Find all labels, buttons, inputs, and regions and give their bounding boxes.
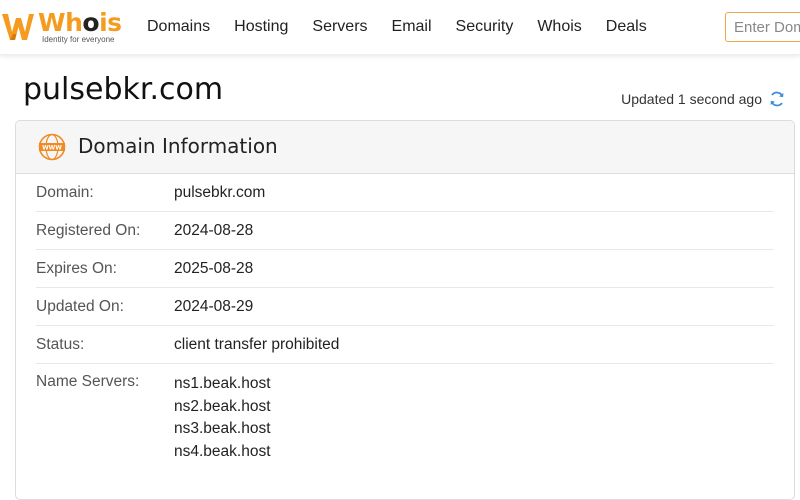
info-row-status: Status: client transfer prohibited [36, 326, 774, 364]
logo-tagline: Identity for everyone [42, 35, 115, 44]
row-label: Expires On: [36, 260, 117, 277]
row-label: Updated On: [36, 298, 124, 315]
card-header: WWW Domain Information [16, 121, 794, 174]
logo-mark-icon [2, 14, 34, 40]
nav-item-whois[interactable]: Whois [525, 0, 593, 54]
refresh-icon[interactable] [768, 90, 786, 108]
name-server-item: ns4.beak.host [174, 442, 271, 460]
row-value: pulsebkr.com [174, 184, 266, 201]
name-server-item: ns3.beak.host [174, 420, 271, 437]
nav-item-domains[interactable]: Domains [135, 0, 222, 54]
info-row-domain: Domain: pulsebkr.com [36, 174, 774, 212]
row-label: Name Servers: [36, 373, 140, 390]
card-title: Domain Information [78, 134, 278, 158]
row-value: client transfer prohibited [174, 336, 340, 353]
site-header: Whois Identity for everyone Domains Host… [0, 0, 800, 55]
nav-item-servers[interactable]: Servers [300, 0, 379, 54]
name-server-item: ns2.beak.host [174, 397, 271, 415]
row-label: Registered On: [36, 222, 141, 239]
row-label: Status: [36, 336, 85, 353]
svg-text:WWW: WWW [42, 144, 62, 151]
name-server-list: ns1.beak.host ns2.beak.host ns3.beak.hos… [174, 373, 271, 463]
name-server-item: ns1.beak.host [174, 375, 271, 392]
info-row-name-servers: Name Servers: ns1.beak.host ns2.beak.hos… [36, 364, 774, 463]
nav-item-hosting[interactable]: Hosting [222, 0, 300, 54]
site-logo[interactable]: Whois Identity for everyone [0, 6, 130, 48]
domain-information-card: WWW Domain Information Domain: pulsebkr.… [15, 120, 795, 500]
page-title: pulsebkr.com [23, 72, 224, 107]
main-nav: Domains Hosting Servers Email Security W… [135, 0, 659, 54]
nav-item-deals[interactable]: Deals [594, 0, 659, 54]
info-row-updated: Updated On: 2024-08-29 [36, 288, 774, 326]
domain-search-box [725, 12, 800, 42]
domain-search-input[interactable] [726, 13, 800, 41]
row-value: 2025-08-28 [174, 260, 254, 277]
logo-wordmark: Whois [38, 8, 122, 37]
www-icon: WWW [38, 133, 66, 161]
row-value: 2024-08-28 [174, 222, 254, 239]
info-row-expires: Expires On: 2025-08-28 [36, 250, 774, 288]
info-row-registered: Registered On: 2024-08-28 [36, 212, 774, 250]
updated-text: Updated 1 second ago [621, 91, 762, 107]
nav-item-email[interactable]: Email [380, 0, 444, 54]
row-label: Domain: [36, 184, 94, 201]
updated-status: Updated 1 second ago [621, 90, 786, 108]
domain-info-table: Domain: pulsebkr.com Registered On: 2024… [16, 174, 794, 463]
row-value: 2024-08-29 [174, 298, 254, 315]
nav-item-security[interactable]: Security [444, 0, 526, 54]
